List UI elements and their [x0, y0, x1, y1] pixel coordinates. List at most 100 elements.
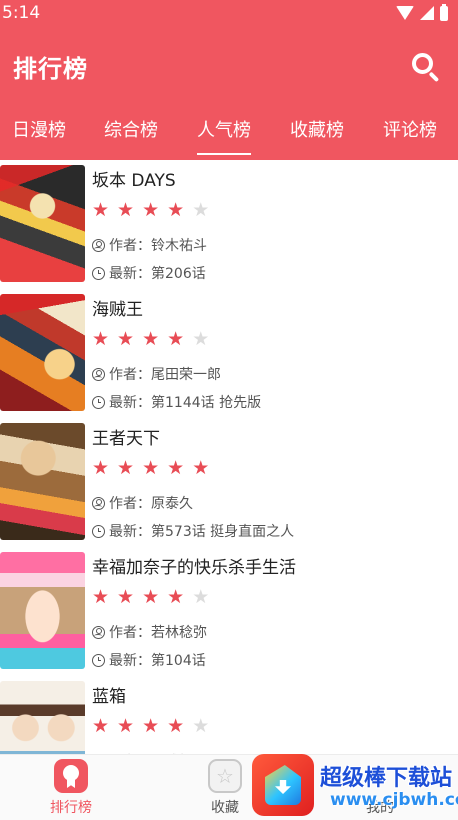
author-line: 作者： 原泰久 — [92, 492, 450, 514]
tab-japanese-manga[interactable]: 日漫榜 — [12, 106, 66, 156]
star-empty-icon: ★ — [192, 585, 210, 608]
nav-ranking-label: 排行榜 — [50, 800, 92, 816]
star-icon: ★ — [142, 714, 160, 737]
star-icon: ★ — [117, 327, 135, 350]
user-icon — [92, 367, 105, 381]
latest-line: 最新： 第104话 — [92, 649, 450, 671]
author-name: 铃木祐斗 — [151, 238, 207, 254]
author-line: 作者： 铃木祐斗 — [92, 234, 450, 256]
list-item[interactable]: 海贼王 ★ ★ ★ ★ ★ 作者： 尾田荣一郎 最新： 第1144话 抢先版 — [0, 289, 458, 418]
star-icon: ★ — [92, 714, 110, 737]
battery-icon — [440, 3, 448, 21]
star-icon: ★ — [142, 327, 160, 350]
latest-chapter: 第1144话 抢先版 — [151, 395, 262, 411]
tab-favorites[interactable]: 收藏榜 — [290, 106, 344, 156]
status-time: 5:14 — [2, 3, 41, 23]
comic-title: 坂本 DAYS — [92, 171, 176, 191]
search-icon — [412, 53, 433, 74]
nav-ranking[interactable]: 排行榜 — [41, 759, 101, 817]
nav-favorites-label: 收藏 — [211, 800, 239, 816]
latest-label: 最新： — [109, 524, 151, 540]
star-icon: ★ — [142, 198, 160, 221]
rank-badge-icon — [54, 759, 88, 793]
comic-info: 王者天下 ★ ★ ★ ★ ★ 作者： 原泰久 最新： 第573话 挺身直面之人 — [92, 426, 450, 542]
star-empty-icon: ★ — [192, 198, 210, 221]
clock-icon — [92, 395, 105, 409]
author-line: 作者： 尾田荣一郎 — [92, 363, 450, 385]
comic-cover[interactable] — [0, 294, 85, 411]
user-icon — [92, 496, 105, 510]
star-icon: ★ — [167, 198, 185, 221]
wifi-icon — [396, 6, 414, 20]
star-icon: ★ — [92, 456, 110, 479]
latest-line: 最新： 第206话 — [92, 262, 450, 284]
star-icon: ★ — [167, 714, 185, 737]
list-item[interactable]: 幸福加奈子的快乐杀手生活 ★ ★ ★ ★ ★ 作者： 若林稔弥 最新： 第104… — [0, 547, 458, 676]
clock-icon — [92, 524, 105, 538]
rating-stars: ★ ★ ★ ★ ★ — [92, 584, 450, 610]
author-label: 作者： — [109, 625, 151, 641]
author-name: 原泰久 — [151, 496, 193, 512]
comic-info: 坂本 DAYS ★ ★ ★ ★ ★ 作者： 铃木祐斗 最新： 第206话 — [92, 168, 450, 284]
star-icon: ★ — [92, 585, 110, 608]
latest-label: 最新： — [109, 395, 151, 411]
nav-favorites[interactable]: ☆ 收藏 — [195, 759, 255, 817]
author-name: 若林稔弥 — [151, 625, 207, 641]
clock-icon — [92, 653, 105, 667]
star-icon: ★ — [192, 456, 210, 479]
status-bar: 5:14 — [0, 0, 458, 26]
star-icon: ★ — [92, 198, 110, 221]
comic-cover[interactable] — [0, 423, 85, 540]
app-header: 5:14 排行榜 日漫榜 综合榜 人气榜 收藏榜 评论榜 — [0, 0, 458, 160]
list-item[interactable]: 坂本 DAYS ★ ★ ★ ★ ★ 作者： 铃木祐斗 最新： 第206话 — [0, 160, 458, 289]
rating-stars: ★ ★ ★ ★ ★ — [92, 197, 450, 223]
star-icon: ★ — [167, 456, 185, 479]
latest-chapter: 第206话 — [151, 266, 206, 282]
search-button[interactable] — [408, 49, 442, 83]
star-icon: ★ — [92, 327, 110, 350]
star-empty-icon: ★ — [192, 714, 210, 737]
latest-label: 最新： — [109, 266, 151, 282]
star-icon: ★ — [117, 456, 135, 479]
list-item[interactable]: 王者天下 ★ ★ ★ ★ ★ 作者： 原泰久 最新： 第573话 挺身直面之人 — [0, 418, 458, 547]
comic-cover[interactable] — [0, 165, 85, 282]
latest-label: 最新： — [109, 653, 151, 669]
rating-stars: ★ ★ ★ ★ ★ — [92, 326, 450, 352]
watermark-url: www.cjbwh.com — [330, 790, 458, 810]
user-icon — [92, 238, 105, 252]
watermark-name: 超级棒下载站 — [320, 766, 453, 791]
author-label: 作者： — [109, 496, 151, 512]
author-line: 作者： 若林稔弥 — [92, 621, 450, 643]
comic-title: 王者天下 — [92, 429, 160, 449]
comic-cover[interactable] — [0, 552, 85, 669]
list-item[interactable]: 蓝箱 ★ ★ ★ ★ ★ 作者： 三浦糀 — [0, 676, 458, 760]
comic-list: 坂本 DAYS ★ ★ ★ ★ ★ 作者： 铃木祐斗 最新： 第206话 海贼王… — [0, 160, 458, 760]
tab-comments[interactable]: 评论榜 — [383, 106, 437, 156]
rating-stars: ★ ★ ★ ★ ★ — [92, 455, 450, 481]
app-root: 5:14 排行榜 日漫榜 综合榜 人气榜 收藏榜 评论榜 坂本 DAYS ★ ★… — [0, 0, 458, 820]
comic-info: 海贼王 ★ ★ ★ ★ ★ 作者： 尾田荣一郎 最新： 第1144话 抢先版 — [92, 297, 450, 413]
status-icons — [396, 3, 448, 21]
star-empty-icon: ★ — [192, 327, 210, 350]
star-icon: ★ — [142, 456, 160, 479]
star-icon: ★ — [167, 585, 185, 608]
search-icon-handle — [428, 71, 440, 83]
comic-cover[interactable] — [0, 681, 85, 760]
comic-title: 蓝箱 — [92, 687, 126, 707]
star-icon: ☆ — [208, 759, 242, 793]
comic-info: 幸福加奈子的快乐杀手生活 ★ ★ ★ ★ ★ 作者： 若林稔弥 最新： 第104… — [92, 555, 450, 671]
author-label: 作者： — [109, 238, 151, 254]
author-name: 尾田荣一郎 — [151, 367, 221, 383]
ranking-tabs: 日漫榜 综合榜 人气榜 收藏榜 评论榜 — [0, 106, 458, 160]
tab-popularity[interactable]: 人气榜 — [197, 106, 251, 156]
site-watermark: 超级棒下载站 www.cjbwh.com — [252, 752, 458, 818]
user-icon — [92, 625, 105, 639]
comic-title: 海贼王 — [92, 300, 143, 320]
rating-stars: ★ ★ ★ ★ ★ — [92, 713, 450, 739]
star-icon: ★ — [142, 585, 160, 608]
star-icon: ★ — [117, 714, 135, 737]
star-icon: ★ — [167, 327, 185, 350]
star-icon: ★ — [117, 585, 135, 608]
tab-overall[interactable]: 综合榜 — [104, 106, 158, 156]
star-icon: ★ — [117, 198, 135, 221]
